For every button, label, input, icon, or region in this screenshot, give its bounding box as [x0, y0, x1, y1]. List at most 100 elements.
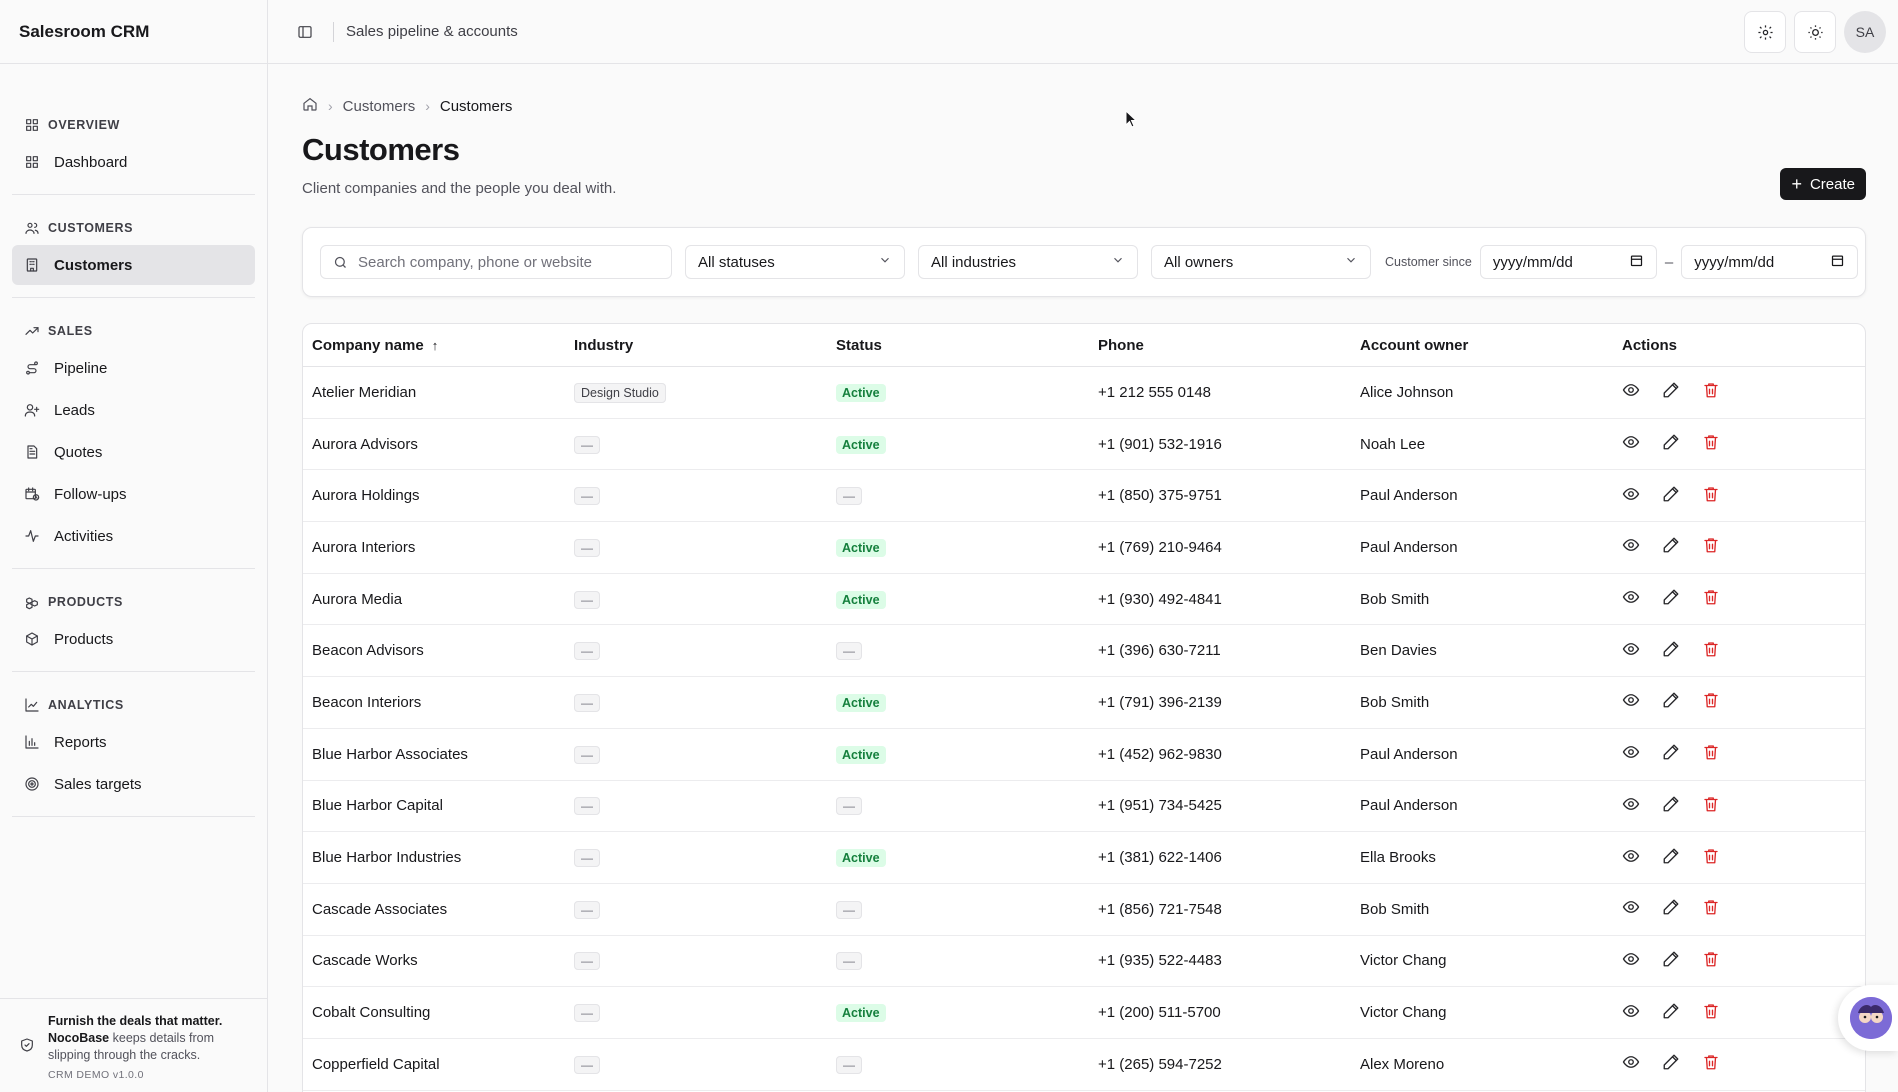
pencil-icon[interactable]	[1662, 640, 1680, 662]
table-row[interactable]: Cobalt Consulting — Active +1 (200) 511-570…	[303, 987, 1865, 1039]
table-row[interactable]: Aurora Interiors — Active +1 (769) 210-9464…	[303, 522, 1865, 574]
cell-actions	[1613, 1002, 1720, 1024]
pencil-icon[interactable]	[1662, 536, 1680, 558]
sidebar-item-dashboard[interactable]: Dashboard	[12, 142, 255, 182]
cell-owner: Bob Smith	[1360, 900, 1430, 918]
customer-since-label: Customer since	[1385, 255, 1472, 269]
cell-owner: Bob Smith	[1360, 693, 1430, 711]
cell-owner: Bob Smith	[1360, 590, 1430, 608]
eye-icon[interactable]	[1622, 588, 1640, 610]
eye-icon[interactable]	[1622, 898, 1640, 920]
trash-icon[interactable]	[1702, 1053, 1720, 1075]
settings-button[interactable]	[1744, 11, 1786, 53]
table-row[interactable]: Aurora Media — Active +1 (930) 492-4841 Bob …	[303, 574, 1865, 626]
trash-icon[interactable]	[1702, 691, 1720, 713]
trash-icon[interactable]	[1702, 433, 1720, 455]
sidebar-item-quotes[interactable]: Quotes	[12, 432, 255, 472]
pencil-icon[interactable]	[1662, 795, 1680, 817]
owner-select[interactable]: All owners	[1151, 245, 1371, 279]
pencil-icon[interactable]	[1662, 485, 1680, 507]
industry-select[interactable]: All industries	[918, 245, 1138, 279]
pencil-icon[interactable]	[1662, 847, 1680, 869]
cell-actions	[1613, 485, 1720, 507]
table-row[interactable]: Aurora Holdings — — +1 (850) 375-9751 Paul A…	[303, 470, 1865, 523]
column-company[interactable]: Company name ↑	[303, 337, 565, 354]
table-row[interactable]: Atelier Meridian Design Studio Active +1 21…	[303, 367, 1865, 419]
eye-icon[interactable]	[1622, 640, 1640, 662]
eye-icon[interactable]	[1622, 1002, 1640, 1024]
eye-icon[interactable]	[1622, 950, 1640, 972]
table-row[interactable]: Blue Harbor Capital — — +1 (951) 734-5425 Pa…	[303, 781, 1865, 833]
calendar-icon[interactable]	[1629, 253, 1644, 272]
home-icon[interactable]	[302, 96, 318, 116]
pencil-icon[interactable]	[1662, 381, 1680, 403]
trash-icon[interactable]	[1702, 1002, 1720, 1024]
sidebar-item-reports[interactable]: Reports	[12, 722, 255, 762]
trash-icon[interactable]	[1702, 381, 1720, 403]
eye-icon[interactable]	[1622, 847, 1640, 869]
pencil-icon[interactable]	[1662, 588, 1680, 610]
table-row[interactable]: Beacon Interiors — Active +1 (791) 396-2139…	[303, 677, 1865, 729]
calendar-icon[interactable]	[1830, 253, 1845, 272]
chevron-right-icon: ›	[425, 98, 430, 114]
create-button[interactable]: + Create	[1780, 168, 1866, 200]
search-input[interactable]: Search company, phone or website	[320, 245, 672, 279]
table-row[interactable]: Aurora Advisors — Active +1 (901) 532-1916 N…	[303, 419, 1865, 471]
trash-icon[interactable]	[1702, 898, 1720, 920]
eye-icon[interactable]	[1622, 743, 1640, 765]
sidebar-toggle-icon[interactable]	[295, 22, 315, 42]
brand-title[interactable]: Salesroom CRM	[0, 0, 267, 64]
sidebar: Salesroom CRM OVERVIEW Dashboard CUSTOMERS…	[0, 0, 268, 1092]
pencil-icon[interactable]	[1662, 1053, 1680, 1075]
trash-icon[interactable]	[1702, 950, 1720, 972]
eye-icon[interactable]	[1622, 1053, 1640, 1075]
cell-phone: +1 (381) 622-1406	[1098, 849, 1222, 867]
breadcrumb-link[interactable]: Customers	[343, 98, 416, 115]
trash-icon[interactable]	[1702, 795, 1720, 817]
date-to-input[interactable]: yyyy/mm/dd	[1681, 245, 1859, 279]
table-row[interactable]: Blue Harbor Industries — Active +1 (381) 62…	[303, 832, 1865, 884]
cell-actions	[1613, 950, 1720, 972]
eye-icon[interactable]	[1622, 433, 1640, 455]
cell-phone: +1 212 555 0148	[1098, 383, 1212, 401]
trash-icon[interactable]	[1702, 640, 1720, 662]
trash-icon[interactable]	[1702, 536, 1720, 558]
pencil-icon[interactable]	[1662, 898, 1680, 920]
eye-icon[interactable]	[1622, 691, 1640, 713]
pencil-icon[interactable]	[1662, 743, 1680, 765]
pencil-icon[interactable]	[1662, 433, 1680, 455]
pencil-icon[interactable]	[1662, 691, 1680, 713]
trash-icon[interactable]	[1702, 743, 1720, 765]
pencil-icon[interactable]	[1662, 950, 1680, 972]
sidebar-item-activities[interactable]: Activities	[12, 516, 255, 556]
eye-icon[interactable]	[1622, 381, 1640, 403]
sidebar-item-follow-ups[interactable]: Follow-ups	[12, 474, 255, 514]
sun-icon	[1807, 24, 1823, 40]
avatar[interactable]: SA	[1844, 11, 1886, 53]
table-row[interactable]: Blue Harbor Associates — Active +1 (452) 96…	[303, 729, 1865, 781]
sidebar-item-sales-targets[interactable]: Sales targets	[12, 764, 255, 804]
trash-icon[interactable]	[1702, 847, 1720, 869]
eye-icon[interactable]	[1622, 536, 1640, 558]
table-row[interactable]: Cascade Works — — +1 (935) 522-4483 Victor C…	[303, 936, 1865, 988]
assistant-launcher[interactable]	[1838, 985, 1898, 1051]
sidebar-item-leads[interactable]: Leads	[12, 390, 255, 430]
trash-icon[interactable]	[1702, 485, 1720, 507]
trash-icon[interactable]	[1702, 588, 1720, 610]
table-row[interactable]: Beacon Advisors — — +1 (396) 630-7211 Ben Da…	[303, 625, 1865, 678]
pencil-icon[interactable]	[1662, 1002, 1680, 1024]
sidebar-item-customers[interactable]: Customers	[12, 245, 255, 285]
cell-company: Atelier Meridian	[312, 383, 417, 401]
table-row[interactable]: Cascade Associates — — +1 (856) 721-7548 Bob…	[303, 884, 1865, 936]
topbar: Sales pipeline & accounts SA	[268, 0, 1898, 64]
table-row[interactable]: Copperfield Capital — — +1 (265) 594-7252 Al…	[303, 1039, 1865, 1091]
sort-asc-icon[interactable]: ↑	[432, 338, 439, 353]
date-from-input[interactable]: yyyy/mm/dd	[1479, 245, 1657, 279]
theme-toggle-button[interactable]	[1794, 11, 1836, 53]
eye-icon[interactable]	[1622, 795, 1640, 817]
industry-select-value: All industries	[931, 253, 1017, 271]
eye-icon[interactable]	[1622, 485, 1640, 507]
status-select[interactable]: All statuses	[685, 245, 905, 279]
sidebar-item-products[interactable]: Products	[12, 619, 255, 659]
sidebar-item-pipeline[interactable]: Pipeline	[12, 348, 255, 388]
